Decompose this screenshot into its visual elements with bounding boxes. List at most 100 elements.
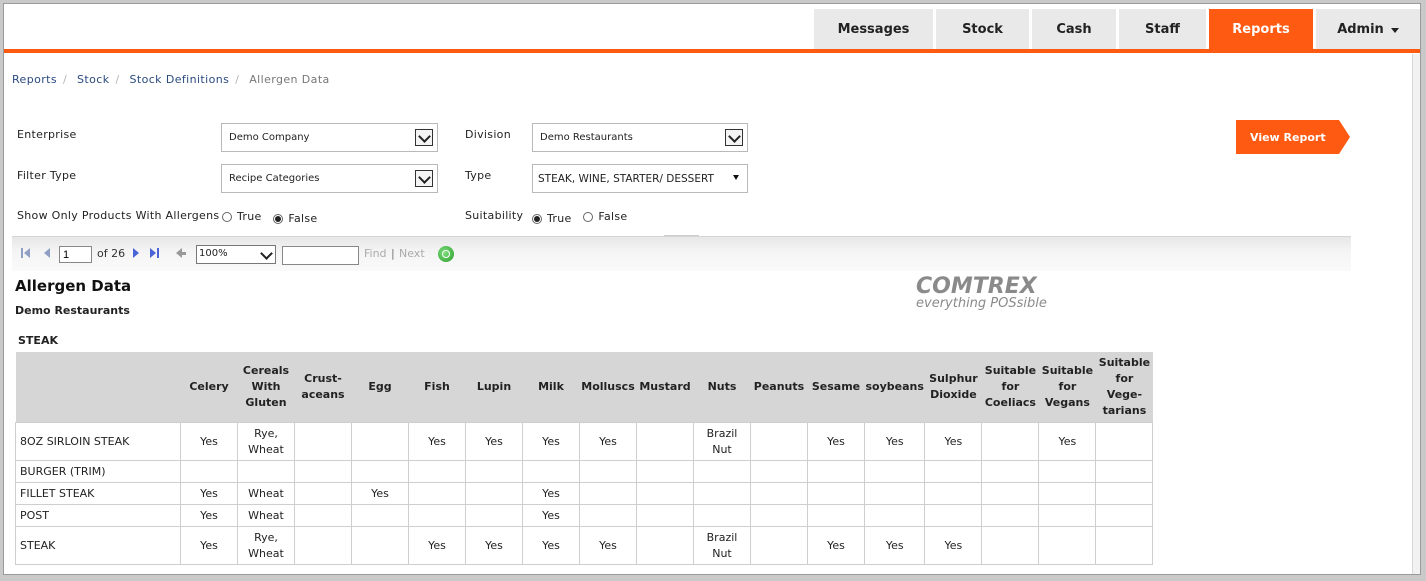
table-cell bbox=[294, 422, 352, 461]
find-input[interactable] bbox=[282, 246, 359, 265]
suitability-label: Suitability bbox=[465, 209, 524, 222]
table-cell bbox=[522, 460, 580, 483]
radio-icon[interactable] bbox=[222, 211, 232, 222]
nav-tab-staff[interactable]: Staff bbox=[1119, 9, 1206, 49]
report-title: Allergen Data bbox=[15, 277, 132, 295]
table-cell bbox=[863, 482, 926, 505]
table-cell bbox=[1095, 526, 1154, 565]
type-select[interactable]: STEAK, WINE, STARTER/ DESSERT bbox=[532, 164, 748, 193]
chevron-down-icon[interactable] bbox=[415, 170, 433, 187]
nav-tab-reports[interactable]: Reports bbox=[1209, 9, 1313, 49]
view-report-button[interactable]: View Report bbox=[1236, 120, 1350, 154]
table-cell: Yes bbox=[522, 526, 580, 565]
back-icon[interactable] bbox=[176, 248, 186, 258]
nav-tab-label: Reports bbox=[1232, 21, 1290, 37]
nav-tab-messages[interactable]: Messages bbox=[814, 9, 933, 49]
chevron-down-icon[interactable] bbox=[725, 129, 743, 146]
table-cell bbox=[807, 482, 865, 505]
suitability-false-radio[interactable]: False bbox=[583, 210, 627, 223]
table-cell: Yes bbox=[465, 526, 523, 565]
suitability-true-radio[interactable]: True bbox=[532, 212, 572, 225]
table-cell: Yes bbox=[863, 422, 926, 461]
table-cell bbox=[981, 526, 1040, 565]
table-cell: Yes bbox=[522, 482, 580, 505]
radio-selected-icon[interactable] bbox=[532, 213, 542, 224]
table-cell: Yes bbox=[924, 422, 983, 461]
column-header: Milk bbox=[522, 352, 580, 423]
table-cell bbox=[294, 526, 352, 565]
table-cell bbox=[924, 460, 983, 483]
product-name-cell: 8OZ SIRLOIN STEAK bbox=[15, 422, 181, 461]
table-cell: Rye, Wheat bbox=[237, 526, 295, 565]
filter-type-select[interactable]: Recipe Categories bbox=[221, 164, 438, 193]
suitability-radios: True False bbox=[532, 210, 636, 225]
table-cell: Yes bbox=[579, 422, 637, 461]
refresh-icon[interactable] bbox=[438, 246, 454, 262]
type-label: Type bbox=[465, 169, 492, 182]
table-cell bbox=[351, 460, 409, 483]
page-number-input[interactable] bbox=[59, 246, 92, 263]
report-toolbar: of 26 100% Find | Next bbox=[12, 236, 1351, 271]
table-cell bbox=[750, 460, 808, 483]
logo-tagline: everything POSsible bbox=[916, 296, 1047, 311]
table-cell bbox=[750, 526, 808, 565]
column-header: Mustard bbox=[636, 352, 694, 423]
nav-tab-cash[interactable]: Cash bbox=[1032, 9, 1116, 49]
scrollbar[interactable] bbox=[1412, 54, 1420, 574]
previous-page-icon[interactable] bbox=[44, 248, 50, 258]
first-page-icon[interactable] bbox=[21, 248, 30, 258]
zoom-select[interactable]: 100% bbox=[196, 245, 276, 264]
table-row: POST Yes Wheat Yes bbox=[15, 504, 1154, 527]
table-cell bbox=[636, 504, 694, 527]
type-value: STEAK, WINE, STARTER/ DESSERT bbox=[538, 172, 714, 185]
division-select[interactable]: Demo Restaurants bbox=[532, 123, 748, 152]
table-cell: Yes bbox=[180, 526, 238, 565]
table-cell bbox=[408, 504, 466, 527]
table-cell: Yes bbox=[408, 422, 466, 461]
comtrex-logo: COMTREX everything POSsible bbox=[916, 274, 1047, 311]
table-cell bbox=[294, 482, 352, 505]
enterprise-select[interactable]: Demo Company bbox=[221, 123, 438, 152]
table-cell bbox=[294, 460, 352, 483]
table-row: FILLET STEAK Yes Wheat Yes Yes bbox=[15, 482, 1154, 505]
chevron-down-icon[interactable] bbox=[259, 246, 273, 262]
column-header: Fish bbox=[408, 352, 466, 423]
nav-tab-stock[interactable]: Stock bbox=[936, 9, 1029, 49]
next-page-icon[interactable] bbox=[133, 248, 139, 258]
caret-down-icon bbox=[1390, 27, 1399, 33]
show-only-false-radio[interactable]: False bbox=[273, 212, 317, 225]
table-cell: Yes bbox=[1038, 422, 1097, 461]
table-cell bbox=[924, 504, 983, 527]
nav-tab-label: Messages bbox=[837, 21, 910, 37]
breadcrumb-reports[interactable]: Reports bbox=[12, 73, 57, 86]
next-link[interactable]: Next bbox=[399, 247, 425, 260]
breadcrumb-stock[interactable]: Stock bbox=[77, 73, 109, 86]
breadcrumb-separator: / bbox=[235, 73, 240, 86]
last-page-icon[interactable] bbox=[150, 248, 159, 258]
table-cell bbox=[1095, 482, 1154, 505]
table-cell bbox=[408, 482, 466, 505]
enterprise-value: Demo Company bbox=[229, 132, 310, 143]
radio-label: True bbox=[547, 212, 572, 225]
radio-label: False bbox=[598, 210, 628, 223]
nav-tabs: Messages Stock Cash Staff Reports Admin bbox=[811, 9, 1420, 49]
table-cell bbox=[237, 460, 295, 483]
find-link[interactable]: Find bbox=[364, 247, 387, 260]
nav-tab-admin[interactable]: Admin bbox=[1316, 9, 1420, 49]
breadcrumb-separator: / bbox=[63, 73, 68, 86]
column-header: Molluscs bbox=[579, 352, 637, 423]
table-cell bbox=[1038, 504, 1097, 527]
column-header: Peanuts bbox=[750, 352, 808, 423]
table-cell bbox=[750, 422, 808, 461]
show-only-true-radio[interactable]: True bbox=[222, 210, 262, 223]
dropdown-arrow-icon[interactable] bbox=[733, 175, 739, 180]
radio-icon[interactable] bbox=[583, 211, 594, 222]
radio-selected-icon[interactable] bbox=[273, 213, 284, 224]
chevron-down-icon[interactable] bbox=[415, 129, 433, 146]
table-row: BURGER (TRIM) bbox=[15, 460, 1154, 483]
column-header: Suitable for Coeliacs bbox=[981, 352, 1039, 423]
breadcrumb-stock-definitions[interactable]: Stock Definitions bbox=[129, 73, 229, 86]
table-cell: Brazil Nut bbox=[693, 526, 751, 565]
zoom-value: 100% bbox=[199, 248, 228, 259]
logo-wordmark: COMTREX bbox=[916, 274, 1037, 299]
